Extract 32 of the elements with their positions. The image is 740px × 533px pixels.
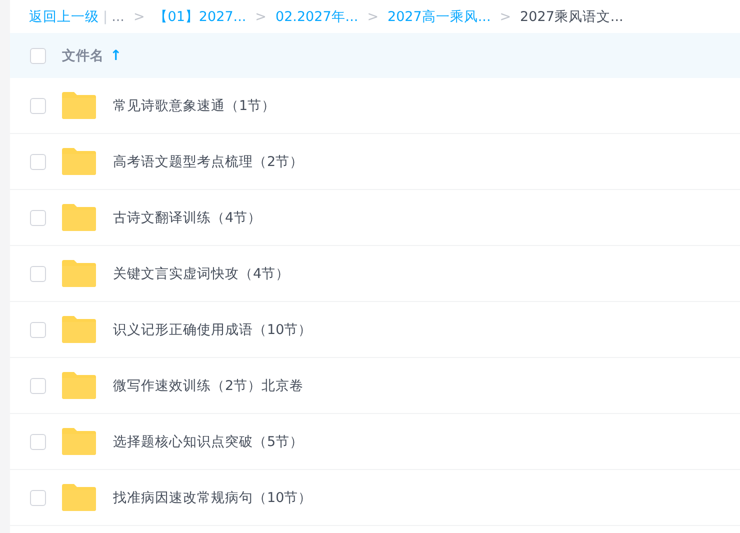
checkbox[interactable] (30, 266, 46, 282)
folder-icon (62, 428, 96, 455)
folder-name[interactable]: 古诗文翻译训练（4节） (113, 208, 262, 226)
folder-icon (62, 316, 96, 343)
folder-name[interactable]: 高考语文题型考点梳理（2节） (113, 152, 304, 170)
breadcrumb-separator: > (255, 8, 266, 24)
folder-icon (62, 484, 96, 511)
folder-name[interactable]: 关键文言实虚词快攻（4节） (113, 264, 290, 282)
checkbox[interactable] (30, 322, 46, 338)
checkbox[interactable] (30, 378, 46, 394)
folder-name[interactable]: 找准病因速改常规病句（10节） (113, 488, 312, 506)
breadcrumb-separator: > (500, 8, 512, 24)
breadcrumb-separator: > (133, 8, 145, 24)
breadcrumb-ellipsis[interactable]: ... (112, 8, 124, 24)
folder-name[interactable]: 常见诗歌意象速通（1节） (113, 96, 276, 114)
folder-icon (62, 204, 96, 231)
folder-name[interactable]: 微写作速效训练（2节）北京卷 (113, 376, 304, 394)
folder-icon (62, 260, 96, 287)
breadcrumb-separator: > (367, 8, 378, 24)
folder-name[interactable]: 识义记形正确使用成语（10节） (113, 320, 312, 338)
folder-icon (62, 372, 96, 399)
checkbox[interactable] (30, 210, 46, 226)
checkbox[interactable] (30, 434, 46, 450)
checkbox[interactable] (30, 154, 46, 170)
checkbox[interactable] (30, 490, 46, 506)
folder-name[interactable]: 选择题核心知识点突破（5节） (113, 432, 304, 450)
breadcrumb-current: 2027乘风语文... (520, 8, 624, 26)
checkbox[interactable] (30, 98, 46, 114)
folder-icon (62, 148, 96, 175)
checkbox[interactable] (30, 48, 46, 64)
breadcrumb-divider: | (103, 8, 108, 24)
folder-icon (62, 92, 96, 119)
